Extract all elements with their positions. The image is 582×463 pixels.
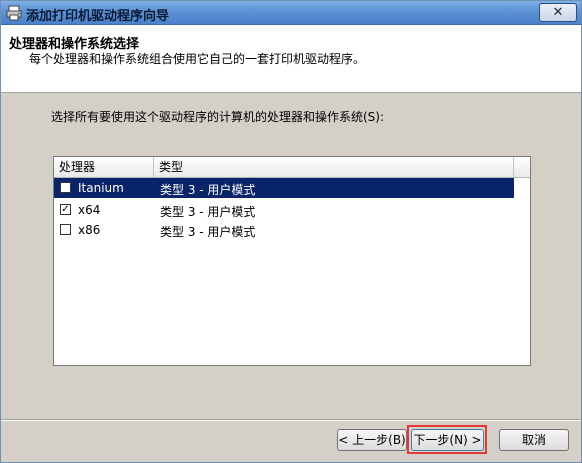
type-cell: 类型 3 - 用户模式: [160, 183, 256, 197]
window-title: 添加打印机驱动程序向导: [26, 9, 170, 24]
back-button[interactable]: < 上一步(B): [337, 429, 407, 451]
checkbox-x64[interactable]: ✓: [60, 204, 71, 215]
button-separator: [1, 419, 581, 421]
next-button-highlight: [407, 425, 487, 454]
close-icon: ✕: [552, 5, 564, 20]
processor-cell: x64: [78, 203, 101, 217]
cancel-button[interactable]: 取消: [499, 429, 569, 451]
column-header-filler: [514, 157, 530, 177]
list-item-x64[interactable]: ✓ x64 类型 3 - 用户模式: [54, 200, 514, 220]
list-item-x86[interactable]: x86 类型 3 - 用户模式: [54, 220, 514, 240]
wizard-header: 处理器和操作系统选择 每个处理器和操作系统组合使用它自己的一套打印机驱动程序。: [1, 25, 581, 93]
column-header-processor[interactable]: 处理器: [54, 157, 154, 177]
title-bar[interactable]: 添加打印机驱动程序向导 ✕: [1, 1, 581, 25]
wizard-window: 添加打印机驱动程序向导 ✕ 处理器和操作系统选择 每个处理器和操作系统组合使用它…: [0, 0, 582, 463]
processor-cell: Itanium: [78, 181, 124, 195]
processor-cell: x86: [78, 223, 101, 237]
close-button[interactable]: ✕: [539, 3, 577, 22]
processor-list[interactable]: 处理器 类型 Itanium 类型 3 - 用户模式 ✓ x64 类型 3 - …: [53, 156, 531, 366]
checkbox-itanium[interactable]: [60, 182, 71, 193]
list-header: 处理器 类型: [54, 157, 530, 178]
printer-icon: [6, 5, 22, 21]
type-cell: 类型 3 - 用户模式: [160, 205, 256, 219]
checkbox-x86[interactable]: [60, 224, 71, 235]
column-header-type[interactable]: 类型: [154, 157, 514, 177]
instruction-label: 选择所有要使用这个驱动程序的计算机的处理器和操作系统(S):: [51, 110, 385, 124]
list-item-itanium[interactable]: Itanium 类型 3 - 用户模式: [54, 178, 514, 198]
type-cell: 类型 3 - 用户模式: [160, 225, 256, 239]
page-subtitle: 每个处理器和操作系统组合使用它自己的一套打印机驱动程序。: [29, 52, 366, 66]
